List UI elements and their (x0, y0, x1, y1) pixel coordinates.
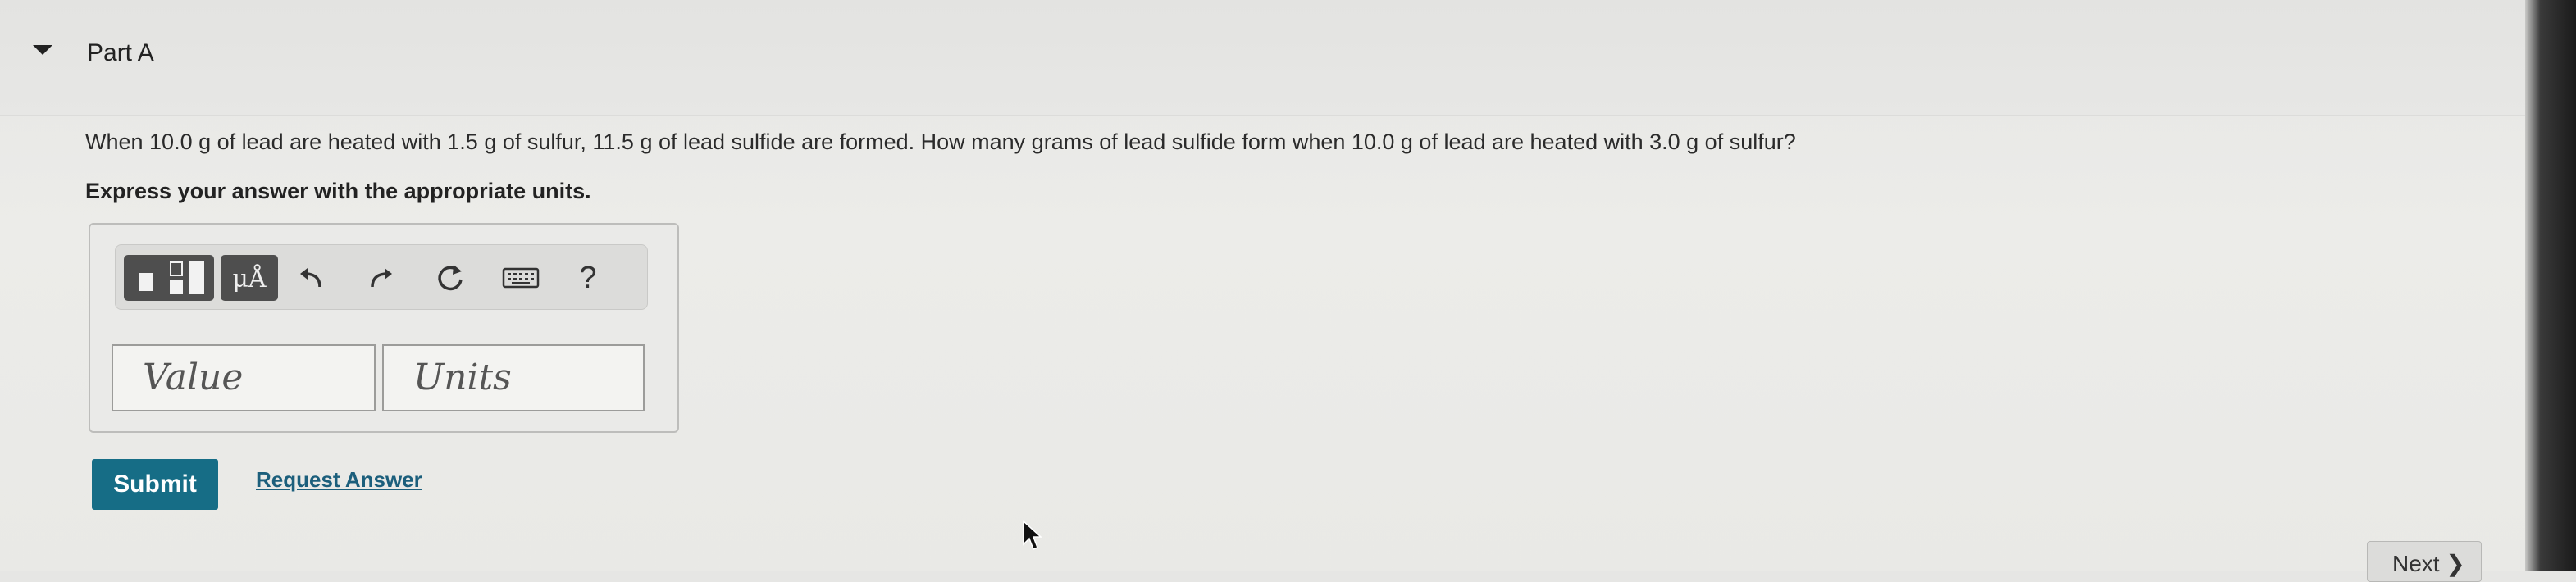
reset-icon (438, 265, 463, 291)
undo-button[interactable] (288, 257, 334, 299)
units-button-label: μÅ (232, 265, 267, 293)
caret-down-icon[interactable] (33, 45, 52, 55)
part-header (0, 0, 2525, 116)
next-button[interactable]: Next ❯ (2367, 541, 2482, 582)
math-toolbar: μÅ ? (115, 244, 648, 310)
screen-edge (2525, 0, 2576, 571)
request-answer-link[interactable]: Request Answer (256, 467, 422, 493)
redo-icon (371, 268, 392, 288)
submit-button[interactable]: Submit (92, 459, 218, 510)
answer-instruction: Express your answer with the appropriate… (85, 179, 591, 203)
units-input[interactable]: Units (382, 344, 645, 411)
help-button[interactable]: ? (565, 257, 611, 299)
undo-icon (300, 268, 321, 288)
redo-button[interactable] (358, 257, 404, 299)
question-text: When 10.0 g of lead are heated with 1.5 … (85, 130, 1796, 154)
keyboard-icon (502, 267, 540, 289)
templates-button[interactable] (124, 255, 214, 301)
keyboard-button[interactable] (498, 257, 544, 299)
reset-button[interactable] (427, 257, 473, 299)
part-title[interactable]: Part A (87, 39, 154, 67)
units-button[interactable]: μÅ (221, 255, 278, 301)
value-input[interactable]: Value (112, 344, 376, 411)
mouse-cursor-icon (1023, 520, 1042, 550)
answer-panel: μÅ ? Value Units (89, 223, 679, 433)
